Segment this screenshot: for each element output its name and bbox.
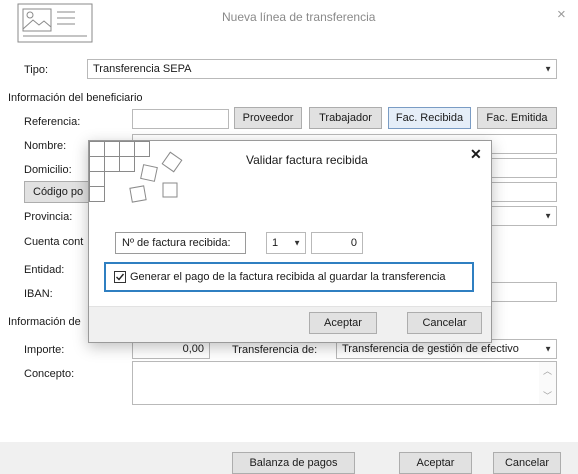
tipo-select[interactable]: Transferencia SEPA ▼: [87, 59, 557, 79]
codigo-postal-button[interactable]: Código po: [24, 181, 94, 203]
window-close-button[interactable]: ×: [557, 6, 566, 23]
beneficiary-section-title: Información del beneficiario: [8, 92, 143, 104]
tipo-label: Tipo:: [24, 64, 49, 76]
importe-value: 0,00: [182, 343, 204, 355]
proveedor-button[interactable]: Proveedor: [234, 107, 302, 129]
dialog-aceptar-button[interactable]: Aceptar: [309, 312, 377, 334]
fac-emitida-button[interactable]: Fac. Emitida: [477, 107, 557, 129]
validar-factura-dialog: Validar factura recibida ✕ Nº de factura…: [88, 140, 492, 343]
trabajador-button[interactable]: Trabajador: [309, 107, 382, 129]
iban-label: IBAN:: [24, 288, 53, 300]
fac-recibida-button[interactable]: Fac. Recibida: [388, 107, 471, 129]
balanza-de-pagos-button[interactable]: Balanza de pagos: [232, 452, 355, 474]
dialog-cancelar-button[interactable]: Cancelar: [407, 312, 482, 334]
scroll-up-icon: ︿: [543, 366, 553, 376]
referencia-label: Referencia:: [24, 116, 81, 128]
transferencia-de-label: Transferencia de:: [232, 344, 318, 356]
generar-pago-label: Generar el pago de la factura recibida a…: [130, 271, 446, 283]
codigo-postal-label: Código po: [33, 186, 84, 198]
numero-factura-input[interactable]: 0: [311, 232, 363, 254]
dialog-title: Validar factura recibida: [246, 153, 368, 167]
checkmark-icon: [116, 273, 125, 281]
generar-pago-checkbox[interactable]: [114, 271, 126, 283]
nombre-label: Nombre:: [24, 140, 67, 152]
factura-label-box: Nº de factura recibida:: [115, 232, 246, 254]
concepto-scrollbar[interactable]: ︿ ﹀: [539, 362, 556, 404]
generar-pago-checkbox-row[interactable]: Generar el pago de la factura recibida a…: [104, 262, 474, 292]
chevron-down-icon: ▼: [544, 344, 552, 354]
operation-section-title: Información de: [8, 316, 81, 328]
window-title: Nueva línea de transferencia: [222, 10, 376, 24]
transferencia-de-value: Transferencia de gestión de efectivo: [342, 343, 519, 355]
serie-select[interactable]: 1 ▼: [266, 232, 306, 254]
provincia-label: Provincia:: [24, 211, 73, 223]
importe-label: Importe:: [24, 344, 65, 356]
tipo-value: Transferencia SEPA: [93, 63, 192, 75]
domicilio-label: Domicilio:: [24, 164, 72, 176]
scroll-down-icon: ﹀: [543, 391, 553, 401]
concepto-label: Concepto:: [24, 368, 75, 380]
chevron-down-icon: ▼: [544, 211, 552, 221]
chevron-down-icon: ▼: [544, 64, 552, 74]
serie-value: 1: [272, 237, 279, 249]
transfer-document-icon: [17, 3, 93, 43]
numero-factura-value: 0: [350, 237, 357, 249]
concepto-textarea[interactable]: ︿ ﹀: [132, 361, 557, 405]
referencia-input[interactable]: [132, 109, 229, 129]
dialog-decorative-squares-icon: [89, 141, 189, 207]
cuenta-label: Cuenta cont: [24, 236, 84, 248]
entidad-label: Entidad:: [24, 264, 65, 276]
cancelar-button[interactable]: Cancelar: [493, 452, 561, 474]
dialog-close-button[interactable]: ✕: [470, 146, 482, 163]
chevron-down-icon: ▼: [293, 238, 301, 248]
aceptar-button[interactable]: Aceptar: [399, 452, 472, 474]
factura-label: Nº de factura recibida:: [122, 237, 231, 249]
